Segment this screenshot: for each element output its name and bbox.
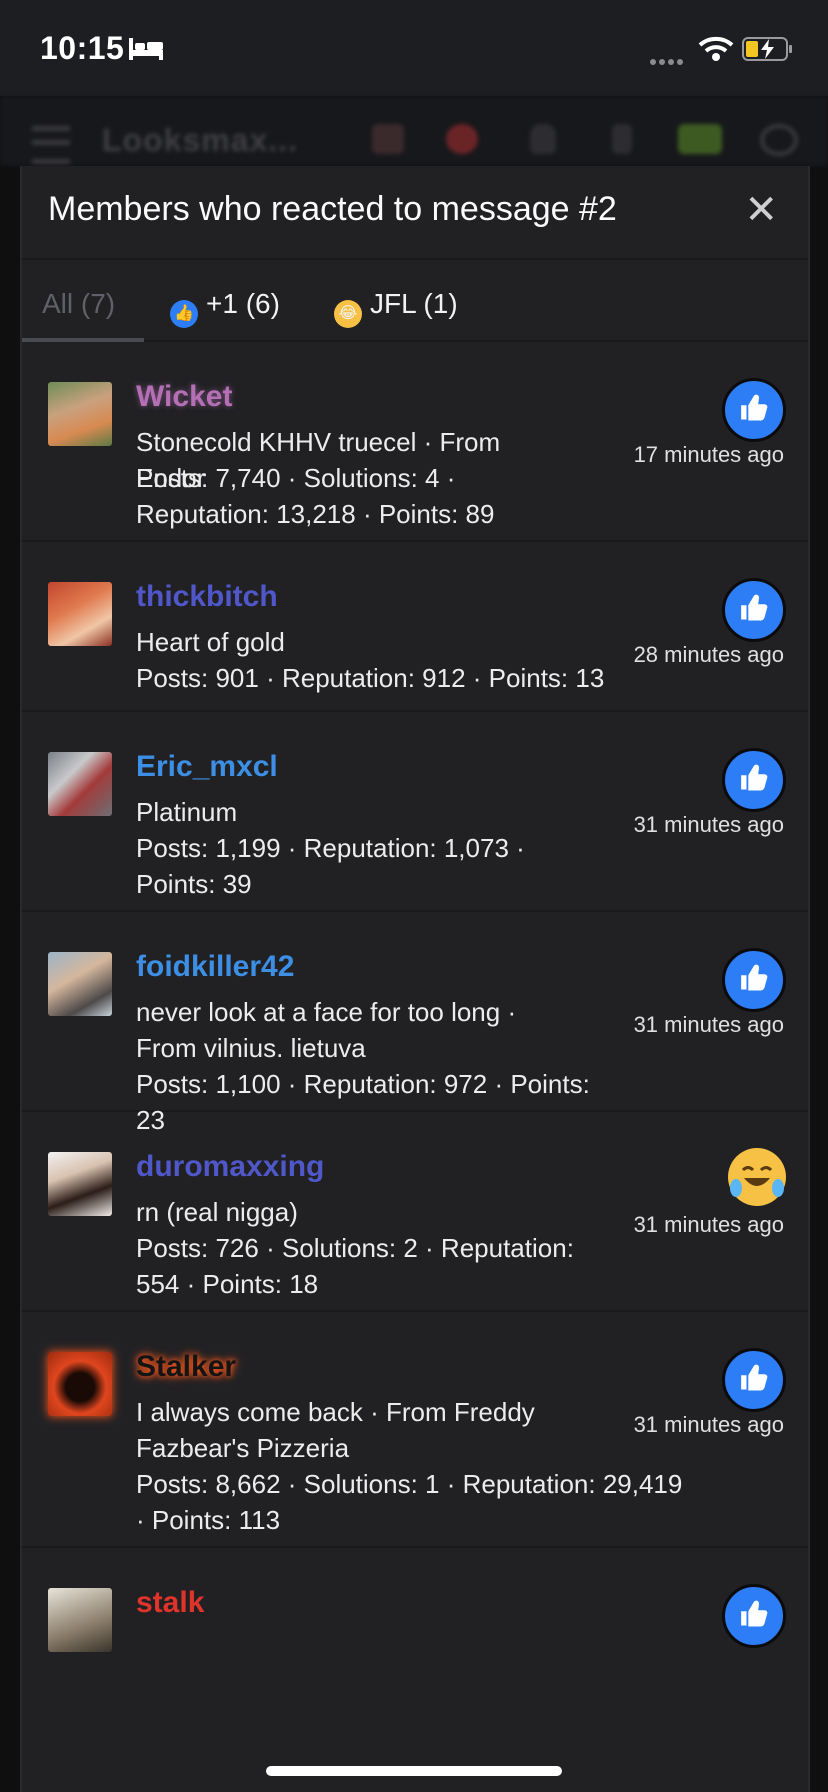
reactions-modal: Members who reacted to message #2 ✕ All … [20,166,810,1792]
list-item[interactable]: Stalker I always come back · From Freddy… [22,1312,808,1548]
chat-icon [678,124,722,154]
reaction-time: 17 minutes ago [633,442,784,467]
list-item[interactable]: Eric_mxcl Platinum Posts: 1,199 · Reputa… [22,712,808,912]
member-stats: Posts: 726 · Solutions: 2 · Reputation: … [136,1233,574,1299]
thumbs-up-icon: 👍 [170,300,198,328]
inbox-icon [372,124,404,154]
home-indicator[interactable] [266,1766,562,1776]
wifi-icon [698,36,734,61]
list-item[interactable]: thickbitch Heart of gold Posts: 901 · Re… [22,542,808,712]
bell-icon [530,124,556,154]
member-name[interactable]: Wicket [136,380,232,414]
avatar[interactable] [48,1588,112,1652]
thumbs-up-icon [722,1348,786,1412]
search-icon [760,124,798,156]
list-item[interactable]: Wicket Stonecold KHHV truecel · From End… [22,342,808,542]
thumbs-up-icon [722,748,786,812]
tab-jfl[interactable]: 😂 JFL (1) [334,288,458,328]
member-name[interactable]: Stalker [136,1350,236,1384]
member-title: rn (real nigga) [136,1197,298,1227]
reaction-time: 31 minutes ago [633,1012,784,1037]
avatar[interactable] [48,1152,112,1216]
member-name[interactable]: foidkiller42 [136,950,294,984]
list-item[interactable]: duromaxxing rn (real nigga) Posts: 726 ·… [22,1112,808,1312]
bolt-icon [612,124,632,154]
avatar[interactable] [48,752,112,816]
hamburger-menu-icon [32,126,70,164]
tab-all-label: All (7) [42,288,116,319]
member-name[interactable]: duromaxxing [136,1150,324,1184]
status-time: 10:15 [40,30,125,66]
member-stats: Posts: 8,662 · Solutions: 1 · Reputation… [136,1469,683,1535]
battery-charging-icon [742,37,792,61]
member-name[interactable]: stalk [136,1586,204,1620]
avatar[interactable] [48,382,112,446]
reaction-time: 28 minutes ago [633,642,784,667]
alerts-icon [446,124,478,154]
member-stats: Posts: 901 · Reputation: 912 · Points: 1… [136,663,605,693]
site-logo: Looksmax... [102,122,298,158]
sleep-mode-icon [129,38,163,60]
site-header-background: Looksmax... [0,96,828,166]
avatar[interactable] [48,582,112,646]
thumbs-up-icon [722,378,786,442]
modal-title: Members who reacted to message #2 [48,190,617,228]
tab-jfl-label: JFL (1) [370,288,458,319]
member-stats: Posts: 1,199 · Reputation: 1,073 · Point… [136,833,525,899]
member-title: I always come back · From Freddy Fazbear… [136,1397,535,1463]
tab-all[interactable]: All (7) [42,288,115,320]
list-item[interactable]: stalk [22,1548,808,1668]
member-stats: Posts: 7,740 · Solutions: 4 · Reputation… [136,463,495,529]
member-list: Wicket Stonecold KHHV truecel · From End… [22,342,808,1668]
thumbs-up-icon [722,948,786,1012]
cellular-signal-icon [650,52,686,70]
tab-plus-one-label: +1 (6) [206,288,280,319]
avatar[interactable] [48,952,112,1016]
close-icon[interactable]: ✕ [744,190,778,230]
thumbs-up-icon [722,578,786,642]
laughing-crying-icon: 😂 [334,300,362,328]
member-name[interactable]: thickbitch [136,580,278,614]
member-title: never look at a face for too long · From… [136,997,517,1063]
member-name[interactable]: Eric_mxcl [136,750,278,784]
status-bar: 10:15 [0,0,828,96]
member-title: Heart of gold [136,627,285,657]
thumbs-up-icon [722,1584,786,1648]
laughing-crying-icon [728,1148,786,1206]
tab-plus-one[interactable]: 👍 +1 (6) [170,288,280,328]
reaction-time: 31 minutes ago [633,1412,784,1437]
avatar[interactable] [48,1352,112,1416]
reaction-time: 31 minutes ago [633,1212,784,1237]
reaction-tabs: All (7) 👍 +1 (6) 😂 JFL (1) [22,260,808,342]
list-item[interactable]: foidkiller42 never look at a face for to… [22,912,808,1135]
reaction-time: 31 minutes ago [633,812,784,837]
modal-header: Members who reacted to message #2 ✕ [22,166,808,260]
member-title: Platinum [136,797,238,827]
